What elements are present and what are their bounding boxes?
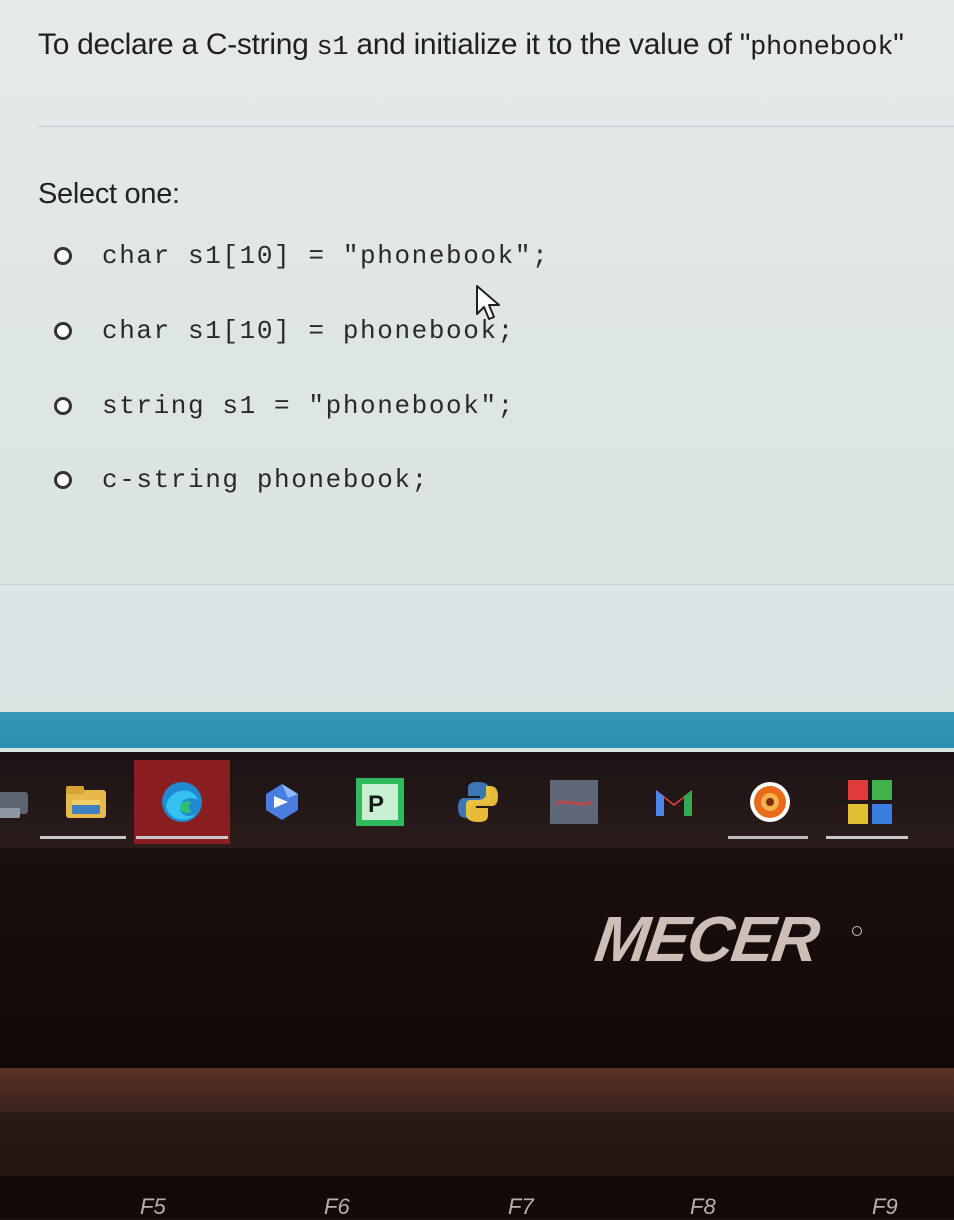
- windows-taskbar: P: [0, 752, 954, 848]
- registered-mark-icon: [852, 926, 862, 936]
- question-variable: s1: [316, 33, 349, 63]
- key-f8[interactable]: F8: [690, 1194, 716, 1220]
- app-grid-icon[interactable]: [846, 778, 894, 826]
- copilot-icon[interactable]: [258, 778, 306, 826]
- svg-text:P: P: [368, 791, 384, 818]
- answer-option-1[interactable]: char s1[10] = "phonebook";: [54, 236, 549, 276]
- gmail-icon[interactable]: [650, 778, 698, 826]
- mouse-cursor-icon: [476, 285, 500, 320]
- key-f6[interactable]: F6: [324, 1194, 350, 1220]
- answer-option-label[interactable]: char s1[10] = phonebook;: [102, 316, 515, 346]
- radio-button-icon[interactable]: [54, 322, 72, 340]
- pycharm-icon[interactable]: P: [356, 778, 404, 826]
- active-app-indicator: [826, 836, 908, 839]
- question-suffix: ": [893, 28, 904, 61]
- laptop-hinge: [0, 1068, 954, 1112]
- answer-option-label[interactable]: char s1[10] = "phonebook";: [102, 241, 549, 271]
- file-explorer-icon[interactable]: [62, 778, 110, 826]
- active-app-indicator: [728, 836, 808, 839]
- python-icon[interactable]: [454, 778, 502, 826]
- media-player-icon[interactable]: [746, 778, 794, 826]
- question-prefix: To declare a C-string: [38, 28, 317, 61]
- radio-button-icon[interactable]: [54, 471, 72, 489]
- radio-button-icon[interactable]: [54, 397, 72, 415]
- radio-button-icon[interactable]: [54, 247, 72, 265]
- answer-option-3[interactable]: string s1 = "phonebook";: [54, 386, 515, 426]
- question-middle: and initialize it to the value of ": [348, 28, 751, 61]
- content-divider: [0, 584, 954, 585]
- app-window-icon[interactable]: [550, 778, 598, 826]
- page-footer-bar: [0, 712, 954, 748]
- browser-page: To declare a C-string s1 and initialize …: [0, 0, 954, 760]
- edge-icon[interactable]: [158, 778, 206, 826]
- question-text: To declare a C-string s1 and initialize …: [38, 28, 904, 63]
- brand-logo: MECER: [590, 903, 823, 975]
- partial-app-icon[interactable]: [0, 778, 42, 826]
- question-divider: [38, 126, 954, 127]
- select-one-label: Select one:: [38, 178, 180, 210]
- active-app-indicator: [136, 836, 228, 839]
- answer-option-label[interactable]: string s1 = "phonebook";: [102, 391, 515, 421]
- key-f7[interactable]: F7: [508, 1194, 534, 1220]
- key-f9[interactable]: F9: [872, 1194, 898, 1220]
- answer-option-2[interactable]: char s1[10] = phonebook;: [54, 311, 515, 351]
- answer-option-4[interactable]: c-string phonebook;: [54, 460, 429, 500]
- question-value: phonebook: [750, 33, 894, 63]
- active-app-indicator: [40, 836, 126, 839]
- answer-option-label[interactable]: c-string phonebook;: [102, 465, 429, 495]
- key-f5[interactable]: F5: [140, 1194, 166, 1220]
